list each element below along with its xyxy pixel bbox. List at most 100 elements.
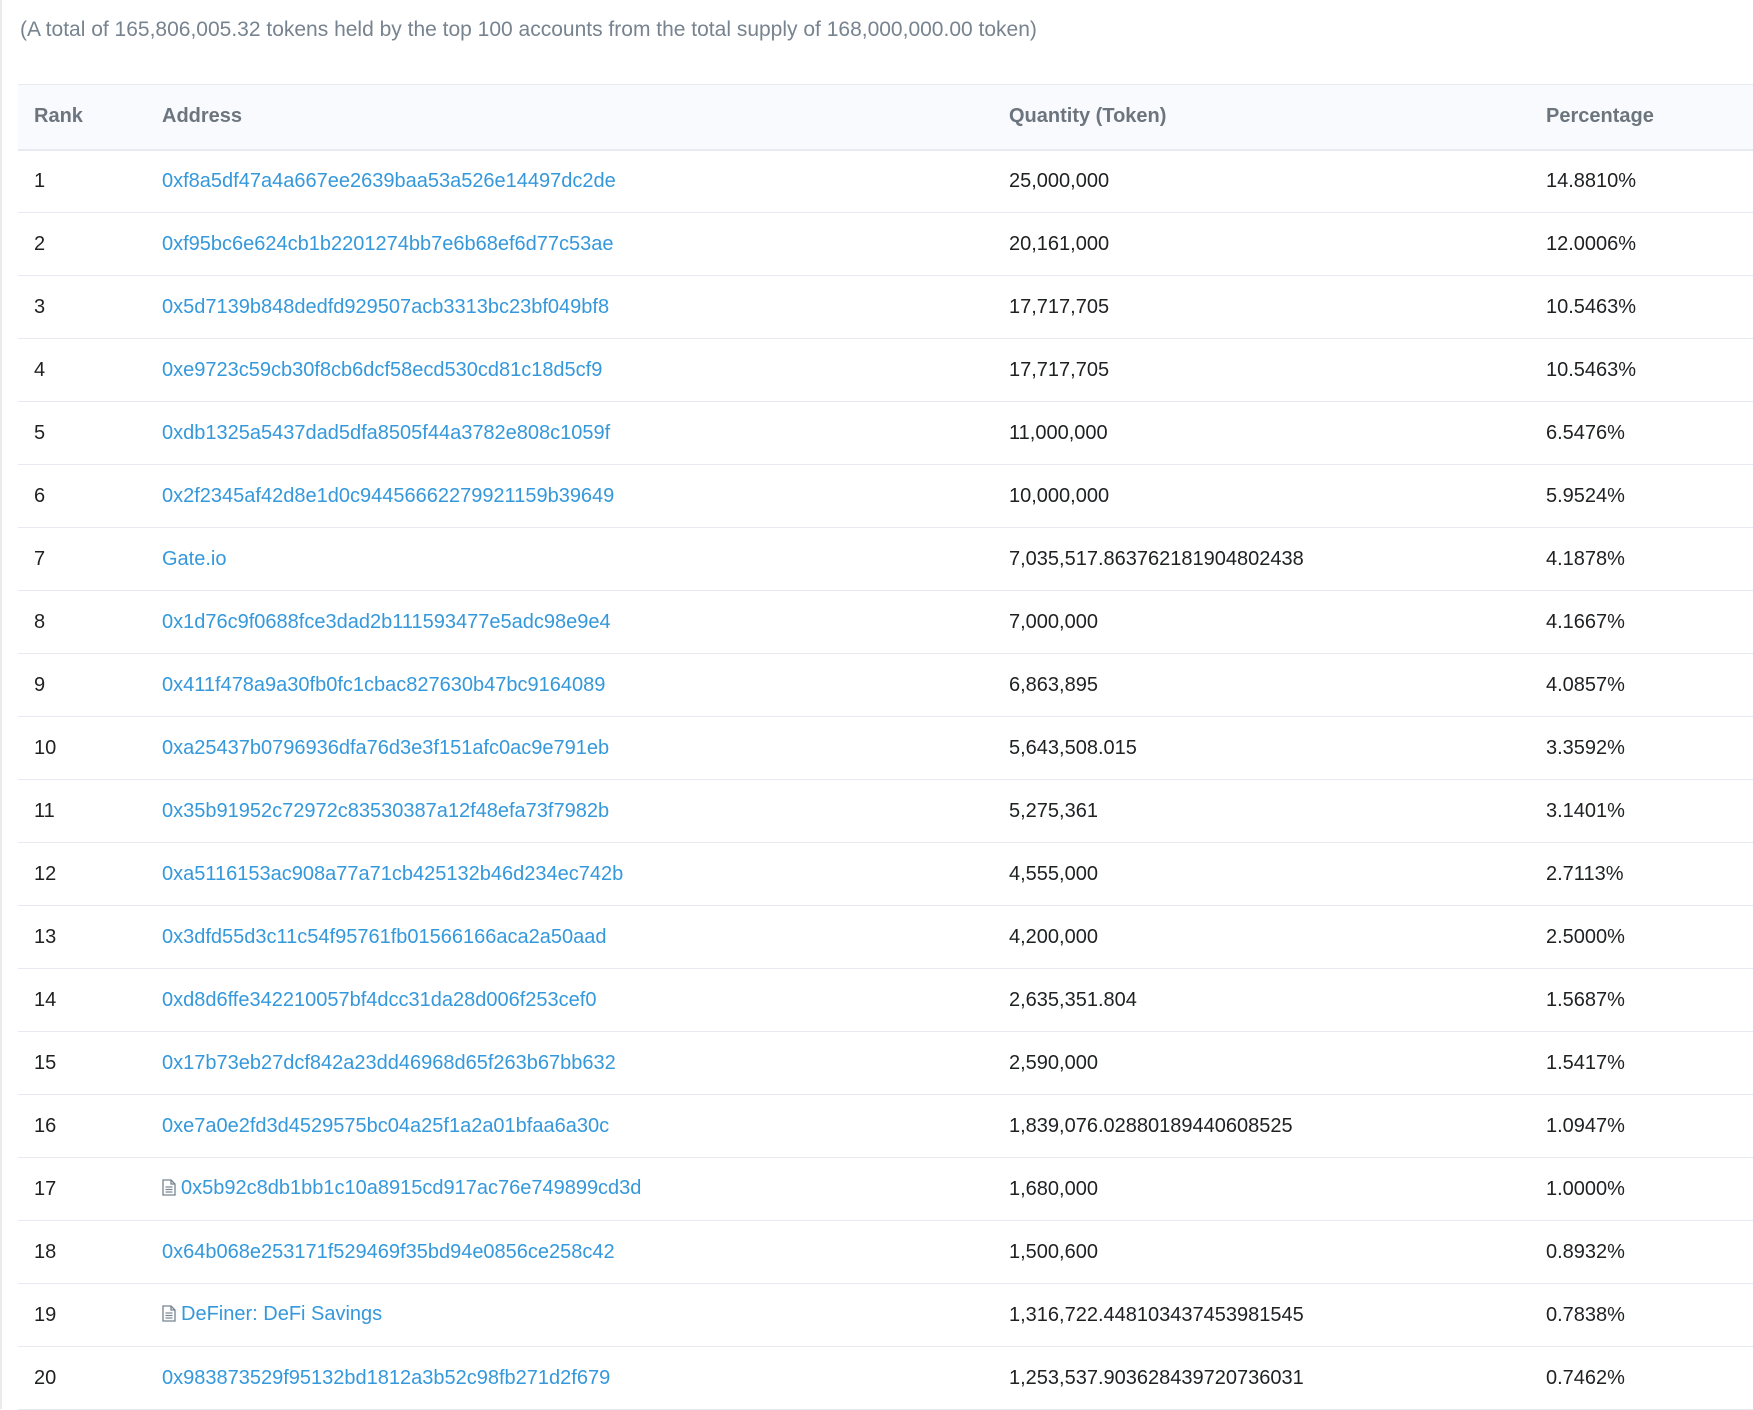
percentage-cell: 4.1878% [1546, 547, 1625, 570]
left-divider [0, 0, 2, 1409]
table-row: 5 0xdb1325a5437dad5dfa8505f44a3782e808c10… [18, 402, 1753, 465]
table-row: 1 0xf8a5df47a4a667ee2639baa53a526e14497dc… [18, 150, 1753, 213]
token-holders-page: (A total of 165,806,005.32 tokens held b… [0, 0, 1753, 1410]
percentage-cell: 4.1667% [1546, 610, 1625, 633]
address-cell: 0x5b92c8db1bb1c10a8915cd917ac76e749899cd… [162, 1158, 1009, 1221]
percentage-cell: 2.5000% [1546, 925, 1625, 948]
holder-address-link[interactable]: 0x17b73eb27dcf842a23dd46968d65f263b67bb6… [162, 1052, 616, 1074]
address-cell: 0x5d7139b848dedfd929507acb3313bc23bf049b… [162, 276, 1009, 339]
table-row: 3 0x5d7139b848dedfd929507acb3313bc23bf049… [18, 276, 1753, 339]
holder-address-link[interactable]: 0xa25437b0796936dfa76d3e3f151afc0ac9e791… [162, 737, 609, 759]
holder-address-link[interactable]: DeFiner: DeFi Savings [181, 1303, 382, 1325]
percentage-cell: 0.7462% [1546, 1366, 1625, 1389]
holder-address-link[interactable]: 0xa5116153ac908a77a71cb425132b46d234ec74… [162, 863, 623, 885]
address-cell: 0xe9723c59cb30f8cb6dcf58ecd530cd81c18d5c… [162, 339, 1009, 402]
quantity-cell: 1,500,600 [1009, 1240, 1098, 1263]
percentage-cell: 0.7838% [1546, 1303, 1625, 1326]
percentage-cell: 0.8932% [1546, 1240, 1625, 1263]
rank-cell: 18 [34, 1240, 57, 1263]
table-row: 6 0x2f2345af42d8e1d0c94456662279921159b39… [18, 465, 1753, 528]
quantity-cell: 17,717,705 [1009, 358, 1110, 381]
holder-address-link[interactable]: 0x5d7139b848dedfd929507acb3313bc23bf049b… [162, 296, 609, 318]
address-cell: 0xf95bc6e624cb1b2201274bb7e6b68ef6d77c53… [162, 213, 1009, 276]
holder-address-link[interactable]: 0x1d76c9f0688fce3dad2b111593477e5adc98e9… [162, 611, 611, 633]
rank-cell: 6 [34, 484, 46, 507]
rank-cell: 15 [34, 1051, 57, 1074]
holder-address-link[interactable]: 0x64b068e253171f529469f35bd94e0856ce258c… [162, 1241, 615, 1263]
table-row: 16 0xe7a0e2fd3d4529575bc04a25f1a2a01bfaa6… [18, 1095, 1753, 1158]
rank-cell: 4 [34, 358, 46, 381]
percentage-cell: 6.5476% [1546, 421, 1625, 444]
holder-address-link[interactable]: Gate.io [162, 548, 226, 570]
quantity-cell: 1,680,000 [1009, 1177, 1098, 1200]
address-cell: 0x2f2345af42d8e1d0c94456662279921159b396… [162, 465, 1009, 528]
address-cell: 0x35b91952c72972c83530387a12f48efa73f798… [162, 780, 1009, 843]
percentage-cell: 3.1401% [1546, 799, 1625, 822]
rank-cell: 9 [34, 673, 46, 696]
percentage-cell: 2.7113% [1546, 862, 1624, 885]
header-row: Rank Address Quantity (Token) Percentage [18, 84, 1753, 151]
quantity-cell: 2,635,351.804 [1009, 988, 1137, 1011]
holder-address-link[interactable]: 0x5b92c8db1bb1c10a8915cd917ac76e749899cd… [181, 1177, 641, 1199]
holder-address-link[interactable]: 0xf8a5df47a4a667ee2639baa53a526e14497dc2… [162, 170, 616, 192]
address-cell: 0x64b068e253171f529469f35bd94e0856ce258c… [162, 1221, 1009, 1284]
address-cell: 0xdb1325a5437dad5dfa8505f44a3782e808c105… [162, 402, 1009, 465]
rank-cell: 17 [34, 1177, 57, 1200]
holder-address-link[interactable]: 0x983873529f95132bd1812a3b52c98fb271d2f6… [162, 1367, 610, 1389]
holders-table-header: Rank Address Quantity (Token) Percentage [18, 84, 1753, 151]
holder-address-link[interactable]: 0xdb1325a5437dad5dfa8505f44a3782e808c105… [162, 422, 610, 444]
table-row: 14 0xd8d6ffe342210057bf4dcc31da28d006f253… [18, 969, 1753, 1032]
holders-table: Rank Address Quantity (Token) Percentage… [18, 84, 1753, 1410]
rank-cell: 13 [34, 925, 57, 948]
address-cell: DeFiner: DeFi Savings [162, 1284, 1009, 1347]
address-cell: 0x17b73eb27dcf842a23dd46968d65f263b67bb6… [162, 1032, 1009, 1095]
address-cell: 0x411f478a9a30fb0fc1cbac827630b47bc91640… [162, 654, 1009, 717]
rank-cell: 14 [34, 988, 57, 1011]
holder-address-link[interactable]: 0xd8d6ffe342210057bf4dcc31da28d006f253ce… [162, 989, 596, 1011]
address-cell: 0x3dfd55d3c11c54f95761fb01566166aca2a50a… [162, 906, 1009, 969]
table-row: 7 Gate.io 7,035,517.863762181904802438 4.18… [18, 528, 1753, 591]
quantity-cell: 4,200,000 [1009, 925, 1098, 948]
rank-cell: 7 [34, 547, 46, 570]
quantity-cell: 6,863,895 [1009, 673, 1098, 696]
quantity-cell: 2,590,000 [1009, 1051, 1098, 1074]
quantity-cell: 7,035,517.863762181904802438 [1009, 547, 1304, 570]
address-cell: 0xf8a5df47a4a667ee2639baa53a526e14497dc2… [162, 150, 1009, 213]
table-row: 19 DeFiner: DeFi Savings 1,316,722.4481034… [18, 1284, 1753, 1347]
quantity-cell: 10,000,000 [1009, 484, 1110, 507]
holder-address-link[interactable]: 0x2f2345af42d8e1d0c94456662279921159b396… [162, 485, 614, 507]
holder-address-link[interactable]: 0xf95bc6e624cb1b2201274bb7e6b68ef6d77c53… [162, 233, 614, 255]
quantity-cell: 1,253,537.903628439720736031 [1009, 1366, 1304, 1389]
holder-address-link[interactable]: 0x35b91952c72972c83530387a12f48efa73f798… [162, 800, 609, 822]
address-column-header: Address [162, 84, 1009, 151]
table-row: 17 0x5b92c8db1bb1c10a8915cd917ac76e749899… [18, 1158, 1753, 1221]
table-row: 10 0xa25437b0796936dfa76d3e3f151afc0ac9e7… [18, 717, 1753, 780]
table-row: 13 0x3dfd55d3c11c54f95761fb01566166aca2a5… [18, 906, 1753, 969]
quantity-cell: 1,839,076.02880189440608525 [1009, 1114, 1293, 1137]
quantity-column-header: Quantity (Token) [1009, 84, 1546, 151]
holder-address-link[interactable]: 0x411f478a9a30fb0fc1cbac827630b47bc91640… [162, 674, 605, 696]
percentage-cell: 1.5687% [1546, 988, 1625, 1011]
table-row: 18 0x64b068e253171f529469f35bd94e0856ce25… [18, 1221, 1753, 1284]
table-row: 15 0x17b73eb27dcf842a23dd46968d65f263b67b… [18, 1032, 1753, 1095]
holder-address-link[interactable]: 0xe7a0e2fd3d4529575bc04a25f1a2a01bfaa6a3… [162, 1115, 609, 1137]
percentage-cell: 10.5463% [1546, 358, 1637, 381]
rank-cell: 5 [34, 421, 46, 444]
percentage-cell: 10.5463% [1546, 295, 1637, 318]
quantity-cell: 11,000,000 [1009, 421, 1108, 444]
address-cell: 0x983873529f95132bd1812a3b52c98fb271d2f6… [162, 1347, 1009, 1410]
contract-document-icon [162, 1304, 176, 1328]
holder-address-link[interactable]: 0x3dfd55d3c11c54f95761fb01566166aca2a50a… [162, 926, 607, 948]
address-cell: Gate.io [162, 528, 1009, 591]
address-cell: 0xa5116153ac908a77a71cb425132b46d234ec74… [162, 843, 1009, 906]
table-row: 2 0xf95bc6e624cb1b2201274bb7e6b68ef6d77c5… [18, 213, 1753, 276]
holders-table-container: Rank Address Quantity (Token) Percentage… [18, 84, 1753, 1410]
holders-table-body: 1 0xf8a5df47a4a667ee2639baa53a526e14497dc… [18, 150, 1753, 1410]
quantity-cell: 7,000,000 [1009, 610, 1098, 633]
table-row: 12 0xa5116153ac908a77a71cb425132b46d234ec… [18, 843, 1753, 906]
percentage-cell: 4.0857% [1546, 673, 1625, 696]
holders-summary-text: (A total of 165,806,005.32 tokens held b… [20, 18, 1037, 41]
holder-address-link[interactable]: 0xe9723c59cb30f8cb6dcf58ecd530cd81c18d5c… [162, 359, 602, 381]
percentage-cell: 5.9524% [1546, 484, 1625, 507]
quantity-cell: 1,316,722.448103437453981545 [1009, 1303, 1304, 1326]
